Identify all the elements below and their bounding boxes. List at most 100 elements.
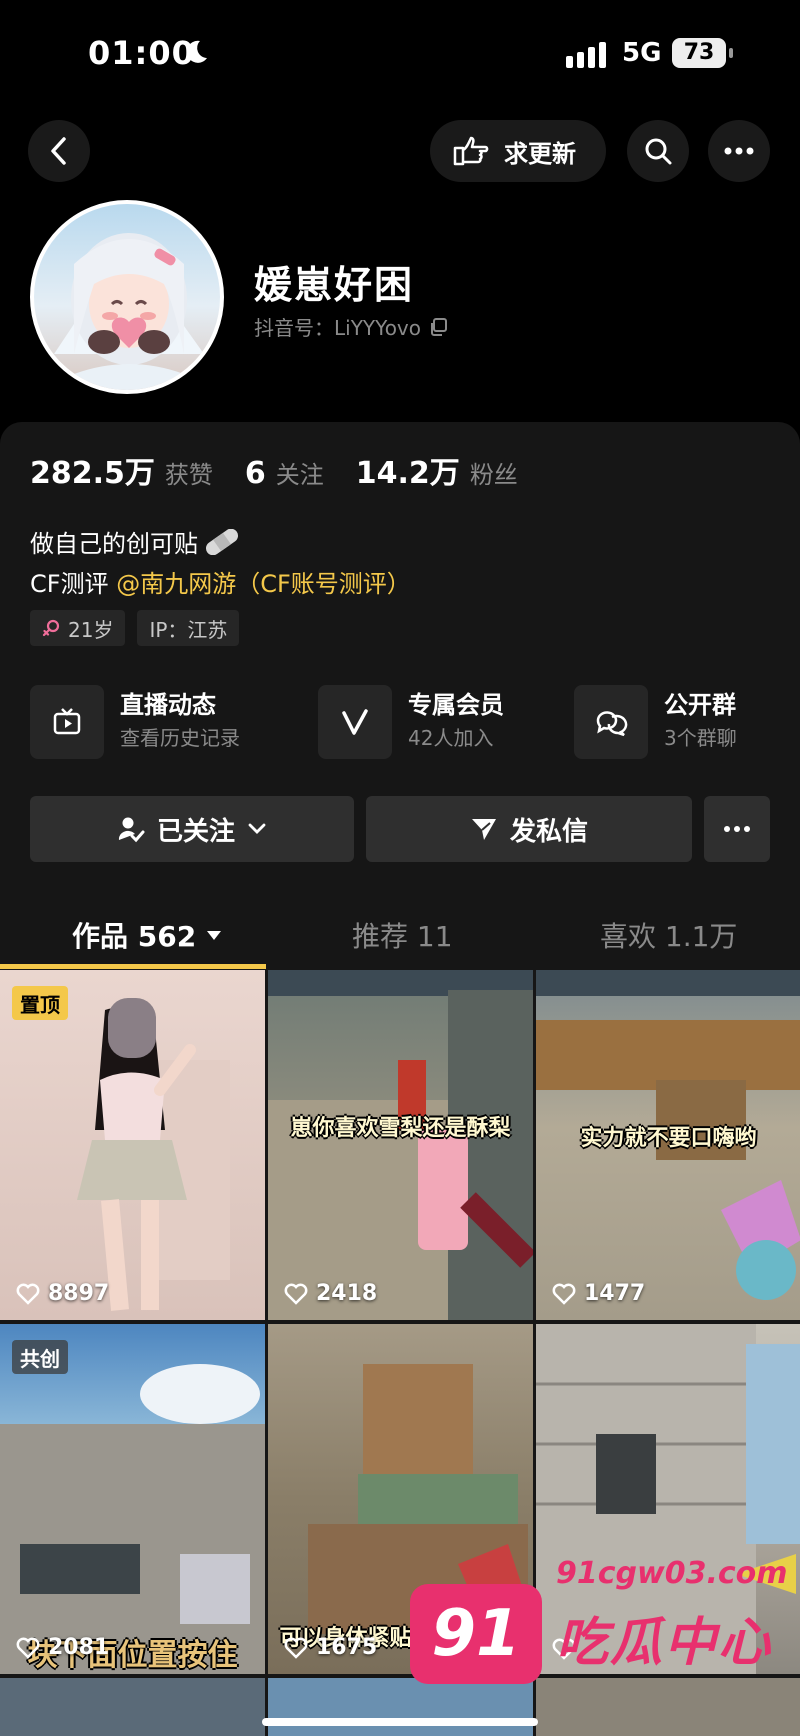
bio-line-1: 做自己的创可贴 <box>30 524 242 559</box>
chevron-down-icon <box>248 823 266 834</box>
avatar-illustration <box>54 233 204 390</box>
heart-icon <box>284 1637 308 1659</box>
username: 媛崽好困 <box>254 263 415 307</box>
search-button[interactable] <box>627 120 689 182</box>
video-thumbnail[interactable]: 崽你喜欢雪梨还是酥梨 2418 <box>268 970 533 1320</box>
co-creation-badge: 共创 <box>12 1340 68 1374</box>
ip-text: IP：江苏 <box>149 617 228 642</box>
tab-works-label: 作品 562 <box>72 920 197 953</box>
home-indicator[interactable] <box>262 1718 538 1726</box>
heart-icon <box>284 1283 308 1305</box>
moon-icon <box>186 40 207 63</box>
active-tab-indicator <box>0 964 266 969</box>
tab-likes-label: 喜欢 1.1万 <box>600 920 738 953</box>
feature-title: 直播动态 <box>120 691 216 719</box>
caret-down-icon <box>207 931 222 940</box>
watermark-url: 91cgw03.com <box>556 1556 788 1591</box>
following-label[interactable]: 关注 <box>276 455 324 490</box>
avatar[interactable] <box>30 200 224 394</box>
more-dots-icon <box>724 826 750 832</box>
chevron-left-icon <box>51 137 66 165</box>
douyin-id[interactable]: 抖音号：LiYYYovo <box>254 312 448 341</box>
battery-indicator: 73 <box>672 38 733 68</box>
video-thumbnail[interactable]: 实力就不要口嗨哟 1477 <box>536 970 800 1320</box>
pointing-hand-icon <box>453 136 489 166</box>
public-group-entry[interactable]: 公开群 3个群聊 <box>574 684 737 760</box>
message-button[interactable]: 发私信 <box>366 796 692 862</box>
membership-entry[interactable]: 专属会员 42人加入 <box>318 684 504 760</box>
send-icon <box>471 819 496 840</box>
video-caption: 崽你喜欢雪梨还是酥梨 <box>290 1116 511 1141</box>
feature-subtitle: 42人加入 <box>408 726 494 750</box>
action-row: 已关注 发私信 <box>0 796 800 862</box>
video-likes: 2418 <box>284 1281 377 1306</box>
female-icon <box>42 619 60 637</box>
request-update-button[interactable]: 求更新 <box>430 120 606 182</box>
chat-bubbles-icon <box>574 685 648 759</box>
bio-line-2: CF测评 @南九网游（CF账号测评） <box>30 564 411 599</box>
followers-count[interactable]: 14.2万 <box>356 448 460 492</box>
video-thumbnail[interactable]: 块下面位置按住 共创 2081 <box>0 1324 265 1674</box>
tab-likes[interactable]: 喜欢 1.1万 <box>600 900 737 970</box>
feature-subtitle: 3个群聊 <box>664 726 737 750</box>
following-count[interactable]: 6 <box>245 456 266 491</box>
age-text: 21岁 <box>68 617 114 642</box>
age-tag: 21岁 <box>30 610 126 646</box>
network-type: 5G <box>622 38 662 68</box>
heart-icon <box>16 1637 40 1659</box>
watermark-logo: 91 <box>410 1584 542 1684</box>
following-button-label: 已关注 <box>156 816 235 847</box>
mention-link[interactable]: @南九网游（CF账号测评） <box>116 570 411 598</box>
douyin-id-text: 抖音号：LiYYYovo <box>254 316 422 340</box>
video-likes: 1477 <box>552 1281 645 1306</box>
feature-title: 公开群 <box>664 691 736 719</box>
thumbnail-scene <box>268 970 533 1320</box>
content-tabs: 作品 562 推荐 11 喜欢 1.1万 <box>0 900 800 970</box>
likes-label: 获赞 <box>164 461 213 489</box>
status-time: 01:00 <box>88 34 195 72</box>
bio-prefix: CF测评 <box>30 570 117 598</box>
pinned-badge: 置顶 <box>12 986 68 1020</box>
ip-tag: IP：江苏 <box>137 610 240 646</box>
search-icon <box>645 138 672 165</box>
feature-title: 专属会员 <box>408 691 504 719</box>
more-actions-button[interactable] <box>704 796 770 862</box>
tv-icon <box>30 685 104 759</box>
signal-icon <box>566 42 606 68</box>
video-thumbnail[interactable] <box>268 1678 533 1736</box>
live-history-entry[interactable]: 直播动态 查看历史记录 <box>30 684 240 760</box>
watermark-text: 吃瓜中心 <box>556 1613 773 1673</box>
video-likes: 1675 <box>284 1635 377 1660</box>
likes-count: 282.5万 <box>30 456 155 491</box>
request-update-label: 求更新 <box>504 139 576 168</box>
video-thumbnail[interactable] <box>536 1678 800 1736</box>
profile-stats: 282.5万 获赞 6 关注 14.2万 粉丝 <box>30 448 550 492</box>
heart-icon <box>552 1283 576 1305</box>
feature-row: 直播动态 查看历史记录 专属会员 42人加入 公开群 3个群聊 <box>30 684 780 760</box>
thumbnail-scene <box>0 1364 265 1674</box>
status-bar: 01:00 5G 73 <box>0 0 800 100</box>
video-likes-count: 2081 <box>48 1635 110 1660</box>
tab-works[interactable]: 作品 562 <box>72 900 222 970</box>
video-likes-count: 1675 <box>316 1635 378 1660</box>
more-options-button[interactable] <box>708 120 770 182</box>
thumbnail-figure <box>77 998 230 1311</box>
video-thumbnail[interactable]: 置顶 8897 <box>0 970 265 1320</box>
watermark: 91 91cgw03.com 吃瓜中心 <box>410 1556 800 1684</box>
profile-tags: 21岁 IP：江苏 <box>30 610 240 646</box>
video-likes: 2081 <box>16 1635 109 1660</box>
bandage-icon <box>205 528 239 555</box>
followers-label[interactable]: 粉丝 <box>470 455 518 490</box>
video-thumbnail[interactable] <box>0 1678 265 1736</box>
following-button[interactable]: 已关注 <box>30 796 354 862</box>
copy-icon[interactable] <box>429 317 448 336</box>
video-likes-count: 2418 <box>316 1281 378 1306</box>
tab-recommend[interactable]: 推荐 11 <box>352 900 453 970</box>
video-likes-count: 8897 <box>48 1281 110 1306</box>
user-check-icon <box>118 817 145 843</box>
back-button[interactable] <box>28 120 90 182</box>
heart-icon <box>16 1283 40 1305</box>
tab-recommend-label: 推荐 11 <box>352 920 453 953</box>
more-dots-icon <box>724 147 754 155</box>
message-button-label: 发私信 <box>509 816 588 847</box>
